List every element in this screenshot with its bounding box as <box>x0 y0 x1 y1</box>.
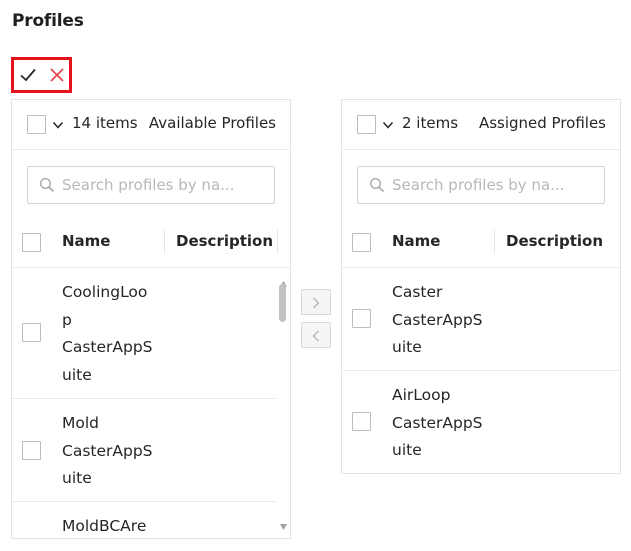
list-item[interactable]: Mold CasterAppS uite <box>12 399 290 502</box>
list-item[interactable]: MoldBCAre <box>12 502 290 538</box>
close-icon <box>47 65 67 85</box>
column-divider <box>494 230 495 254</box>
assigned-panel-header: 2 items Assigned Profiles <box>342 100 620 150</box>
column-divider <box>277 230 278 254</box>
available-item-count: 14 items <box>72 114 138 132</box>
confirm-button[interactable] <box>18 65 38 85</box>
available-panel-title: Available Profiles <box>148 114 276 132</box>
available-header-checkbox[interactable] <box>22 233 41 252</box>
move-right-button[interactable] <box>301 289 331 315</box>
cancel-button[interactable] <box>47 65 67 85</box>
available-profiles-panel: 14 items Available Profiles Name Descrip… <box>11 99 291 539</box>
available-name-column-header[interactable]: Name <box>62 232 110 250</box>
assigned-panel-title: Assigned Profiles <box>478 114 606 132</box>
profile-name: Caster CasterAppS uite <box>392 283 483 356</box>
profile-name: MoldBCAre <box>62 517 147 535</box>
chevron-down-icon[interactable] <box>382 119 394 131</box>
scroll-down-icon[interactable] <box>280 515 287 534</box>
available-scrollbar[interactable] <box>276 268 290 538</box>
assigned-search-box[interactable] <box>357 166 605 204</box>
move-left-button[interactable] <box>301 322 331 348</box>
row-checkbox[interactable] <box>22 323 41 342</box>
available-select-all-checkbox[interactable] <box>27 115 46 134</box>
scrollbar-thumb[interactable] <box>279 284 286 322</box>
list-item[interactable]: AirLoop CasterAppS uite <box>342 371 620 473</box>
assigned-name-column-header[interactable]: Name <box>392 232 440 250</box>
edit-action-bar <box>11 57 72 93</box>
search-icon <box>369 177 385 193</box>
available-panel-header: 14 items Available Profiles <box>12 100 290 150</box>
assigned-table-header: Name Description <box>342 218 620 268</box>
column-divider <box>164 230 165 254</box>
row-checkbox[interactable] <box>352 412 371 431</box>
chevron-down-icon[interactable] <box>52 119 64 131</box>
available-list: CoolingLoo p CasterAppS uite Mold Caster… <box>12 268 290 538</box>
available-table-header: Name Description <box>12 218 290 268</box>
list-item[interactable]: CoolingLoo p CasterAppS uite <box>12 268 290 399</box>
check-icon <box>18 65 38 85</box>
chevron-right-icon <box>302 297 330 309</box>
profile-name: AirLoop CasterAppS uite <box>392 386 483 459</box>
profile-name: CoolingLoo p CasterAppS uite <box>62 283 153 384</box>
assigned-select-all-checkbox[interactable] <box>357 115 376 134</box>
available-search-box[interactable] <box>27 166 275 204</box>
assigned-header-checkbox[interactable] <box>352 233 371 252</box>
assigned-search-input[interactable] <box>392 167 598 203</box>
assigned-profiles-panel: 2 items Assigned Profiles Name Descripti… <box>341 99 621 474</box>
available-description-column-header[interactable]: Description <box>176 232 273 250</box>
profile-name: Mold CasterAppS uite <box>62 414 153 487</box>
search-icon <box>39 177 55 193</box>
available-search-input[interactable] <box>62 167 268 203</box>
chevron-left-icon <box>302 330 330 342</box>
page-title: Profiles <box>12 11 84 31</box>
assigned-list: Caster CasterAppS uite AirLoop CasterApp… <box>342 268 620 473</box>
row-checkbox[interactable] <box>22 441 41 460</box>
row-checkbox[interactable] <box>352 309 371 328</box>
list-item[interactable]: Caster CasterAppS uite <box>342 268 620 371</box>
assigned-description-column-header[interactable]: Description <box>506 232 603 250</box>
assigned-item-count: 2 items <box>402 114 459 132</box>
